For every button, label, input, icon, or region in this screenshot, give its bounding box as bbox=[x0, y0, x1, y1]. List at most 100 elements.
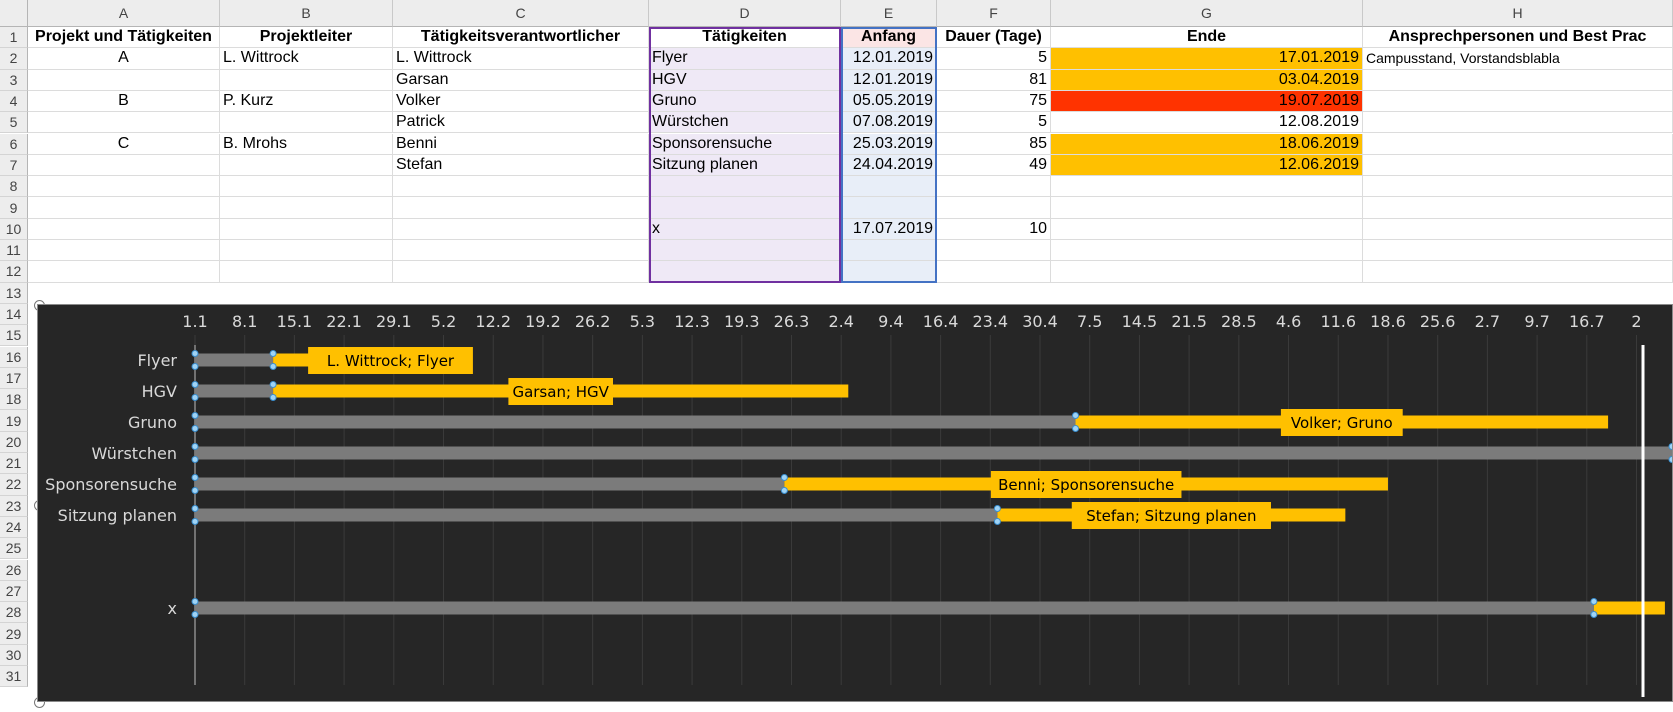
row-header-24[interactable]: 24 bbox=[0, 516, 28, 539]
row-header-17[interactable]: 17 bbox=[0, 367, 28, 390]
cell-a7[interactable] bbox=[28, 154, 220, 177]
row-header-27[interactable]: 27 bbox=[0, 580, 28, 603]
cell-d2[interactable]: Flyer bbox=[649, 48, 841, 70]
cell-f3[interactable]: 81 bbox=[937, 69, 1051, 91]
cell-b11[interactable] bbox=[220, 240, 393, 262]
cell-a3[interactable] bbox=[28, 69, 220, 91]
cell-c12[interactable] bbox=[393, 261, 649, 283]
cell-d11[interactable] bbox=[649, 240, 841, 262]
column-header-f[interactable]: F bbox=[937, 0, 1051, 27]
cell-f9[interactable] bbox=[937, 197, 1051, 219]
row-header-10[interactable]: 10 bbox=[0, 218, 28, 240]
duration-bar[interactable] bbox=[273, 353, 309, 367]
header-cell-h[interactable]: Ansprechpersonen und Best Prac bbox=[1363, 27, 1673, 49]
header-cell-a[interactable]: Projekt und Tätigkeiten bbox=[28, 27, 220, 49]
cell-d9[interactable] bbox=[649, 197, 841, 219]
cell-e3[interactable]: 12.01.2019 bbox=[841, 69, 937, 91]
row-header-30[interactable]: 30 bbox=[0, 644, 28, 666]
cell-a12[interactable] bbox=[28, 261, 220, 283]
cell-f2[interactable]: 5 bbox=[937, 48, 1051, 70]
cell-b10[interactable] bbox=[220, 218, 393, 240]
cell-c7[interactable]: Stefan bbox=[393, 154, 649, 177]
cell-b4[interactable]: P. Kurz bbox=[220, 90, 393, 113]
row-header-15[interactable]: 15 bbox=[0, 325, 28, 347]
row-header-19[interactable]: 19 bbox=[0, 410, 28, 432]
cell-b5[interactable] bbox=[220, 112, 393, 134]
cell-d12[interactable] bbox=[649, 261, 841, 283]
cell-d4[interactable]: Gruno bbox=[649, 90, 841, 113]
cell-b6[interactable]: B. Mrohs bbox=[220, 133, 393, 155]
cell-a8[interactable] bbox=[28, 176, 220, 198]
row-header-7[interactable]: 7 bbox=[0, 154, 28, 177]
cell-d10[interactable]: x bbox=[649, 218, 841, 240]
column-header-b[interactable]: B bbox=[220, 0, 393, 27]
header-cell-g[interactable]: Ende bbox=[1051, 27, 1363, 49]
cell-b7[interactable] bbox=[220, 154, 393, 177]
cell-e5[interactable]: 07.08.2019 bbox=[841, 112, 937, 134]
row-header-2[interactable]: 2 bbox=[0, 48, 28, 70]
cell-g10[interactable] bbox=[1051, 218, 1363, 240]
cell-h9[interactable] bbox=[1363, 197, 1673, 219]
offset-bar[interactable] bbox=[195, 601, 1594, 615]
cell-h3[interactable] bbox=[1363, 69, 1673, 91]
cell-g12[interactable] bbox=[1051, 261, 1363, 283]
row-header-22[interactable]: 22 bbox=[0, 474, 28, 496]
row-header-29[interactable]: 29 bbox=[0, 623, 28, 645]
header-cell-f[interactable]: Dauer (Tage) bbox=[937, 27, 1051, 49]
cell-b12[interactable] bbox=[220, 261, 393, 283]
row-header-20[interactable]: 20 bbox=[0, 431, 28, 453]
row-header-18[interactable]: 18 bbox=[0, 389, 28, 411]
cell-g6[interactable]: 18.06.2019 bbox=[1051, 133, 1363, 155]
cell-c2[interactable]: L. Wittrock bbox=[393, 48, 649, 70]
cell-e7[interactable]: 24.04.2019 bbox=[841, 154, 937, 177]
cell-f11[interactable] bbox=[937, 240, 1051, 262]
cell-h7[interactable] bbox=[1363, 154, 1673, 177]
cell-h12[interactable] bbox=[1363, 261, 1673, 283]
cell-b9[interactable] bbox=[220, 197, 393, 219]
cell-a2[interactable]: A bbox=[28, 48, 220, 70]
cell-g8[interactable] bbox=[1051, 176, 1363, 198]
row-header-21[interactable]: 21 bbox=[0, 453, 28, 475]
row-header-28[interactable]: 28 bbox=[0, 602, 28, 624]
cell-c4[interactable]: Volker bbox=[393, 90, 649, 113]
cell-e4[interactable]: 05.05.2019 bbox=[841, 90, 937, 113]
cell-e9[interactable] bbox=[841, 197, 937, 219]
cell-g9[interactable] bbox=[1051, 197, 1363, 219]
offset-bar[interactable] bbox=[195, 446, 1672, 460]
header-cell-c[interactable]: Tätigkeitsverantwortlicher bbox=[393, 27, 649, 49]
row-header-31[interactable]: 31 bbox=[0, 666, 28, 688]
cell-d6[interactable]: Sponsorensuche bbox=[649, 133, 841, 155]
offset-bar[interactable] bbox=[195, 415, 1076, 429]
cell-d8[interactable] bbox=[649, 176, 841, 198]
cell-f10[interactable]: 10 bbox=[937, 218, 1051, 240]
cell-c5[interactable]: Patrick bbox=[393, 112, 649, 134]
cell-b8[interactable] bbox=[220, 176, 393, 198]
cell-g3[interactable]: 03.04.2019 bbox=[1051, 69, 1363, 91]
header-cell-d[interactable]: Tätigkeiten bbox=[649, 27, 841, 49]
cell-g2[interactable]: 17.01.2019 bbox=[1051, 48, 1363, 70]
cell-h6[interactable] bbox=[1363, 133, 1673, 155]
cell-d7[interactable]: Sitzung planen bbox=[649, 154, 841, 177]
row-header-3[interactable]: 3 bbox=[0, 69, 28, 91]
cell-c8[interactable] bbox=[393, 176, 649, 198]
cell-f12[interactable] bbox=[937, 261, 1051, 283]
column-header-e[interactable]: E bbox=[841, 0, 937, 27]
cell-h10[interactable] bbox=[1363, 218, 1673, 240]
cell-d3[interactable]: HGV bbox=[649, 69, 841, 91]
row-header-8[interactable]: 8 bbox=[0, 176, 28, 198]
cell-h4[interactable] bbox=[1363, 90, 1673, 113]
cell-h11[interactable] bbox=[1363, 240, 1673, 262]
row-header-11[interactable]: 11 bbox=[0, 240, 28, 262]
row-header-16[interactable]: 16 bbox=[0, 346, 28, 368]
cell-h8[interactable] bbox=[1363, 176, 1673, 198]
cell-f4[interactable]: 75 bbox=[937, 90, 1051, 113]
cell-e11[interactable] bbox=[841, 240, 937, 262]
cell-h5[interactable] bbox=[1363, 112, 1673, 134]
cell-b3[interactable] bbox=[220, 69, 393, 91]
offset-bar[interactable] bbox=[195, 477, 785, 491]
offset-bar[interactable] bbox=[195, 353, 274, 367]
cell-a5[interactable] bbox=[28, 112, 220, 134]
cell-f6[interactable]: 85 bbox=[937, 133, 1051, 155]
column-header-g[interactable]: G bbox=[1051, 0, 1363, 27]
cell-e8[interactable] bbox=[841, 176, 937, 198]
